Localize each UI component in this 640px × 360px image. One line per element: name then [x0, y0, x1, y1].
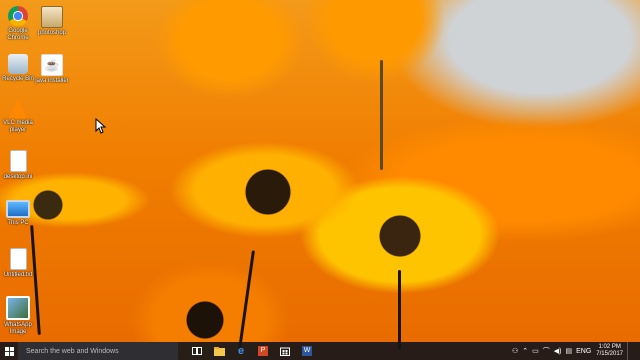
desktop-icons: Google Chrome photoshop Recycle Bin ☕ ja…	[0, 0, 80, 340]
store-icon	[280, 347, 290, 356]
edge-button[interactable]: e	[230, 342, 252, 360]
vlc-icon	[9, 100, 27, 118]
image-icon	[6, 296, 30, 320]
people-icon[interactable]: ⚇	[512, 348, 518, 355]
desktop-icon-this-pc[interactable]: This PC	[0, 200, 36, 227]
windows-logo-icon	[4, 346, 14, 356]
clock[interactable]: 1:02 PM 7/15/2017	[596, 344, 623, 358]
task-view-icon	[192, 347, 202, 355]
battery-icon[interactable]: ▭	[532, 348, 539, 355]
flower-stem	[380, 60, 383, 170]
clock-time: 1:02 PM	[598, 344, 621, 350]
system-tray: ⚇ ⌃ ▭ ⌒ ◀) ▤ ENG 1:02 PM 7/15/2017	[510, 342, 640, 360]
file-icon	[41, 6, 63, 28]
volume-icon[interactable]: ◀)	[554, 348, 562, 355]
taskbar-apps: e P W	[186, 342, 318, 360]
flower-stem	[398, 270, 401, 350]
document-icon	[9, 248, 27, 270]
computer-icon	[6, 200, 30, 218]
show-desktop-button[interactable]	[627, 342, 636, 360]
search-box[interactable]: Search the web and Windows	[18, 342, 178, 360]
edge-icon: e	[237, 345, 245, 357]
search-placeholder: Search the web and Windows	[26, 347, 119, 355]
task-view-button[interactable]	[186, 342, 208, 360]
desktop-icon-text-file[interactable]: Untitled.txt	[0, 248, 36, 279]
recycle-bin-icon	[8, 54, 28, 74]
powerpoint-button[interactable]: P	[252, 342, 274, 360]
language-indicator[interactable]: ENG	[576, 348, 591, 355]
taskbar: Search the web and Windows e P W ⚇ ⌃ ▭ ⌒…	[0, 342, 640, 360]
desktop-icon-chrome[interactable]: Google Chrome	[0, 6, 36, 42]
store-button[interactable]	[274, 342, 296, 360]
java-icon: ☕	[41, 54, 63, 76]
desktop-icon-java[interactable]: ☕ java installer	[34, 54, 70, 85]
word-icon: W	[302, 346, 312, 356]
chevron-up-icon[interactable]: ⌃	[522, 348, 528, 355]
file-explorer-icon	[213, 346, 225, 356]
flower-stem	[238, 250, 255, 350]
powerpoint-icon: P	[258, 346, 268, 356]
network-icon[interactable]: ⌒	[543, 348, 550, 355]
file-explorer-button[interactable]	[208, 342, 230, 360]
chrome-icon	[8, 6, 28, 26]
desktop-icon-vlc[interactable]: VLC media player	[0, 100, 36, 134]
desktop: Google Chrome photoshop Recycle Bin ☕ ja…	[0, 0, 640, 360]
arrow-cursor	[95, 118, 107, 134]
desktop-icon-whatsapp-image[interactable]: WhatsApp Image	[0, 296, 36, 336]
message-icon[interactable]: ▤	[566, 348, 573, 355]
desktop-icon-document[interactable]: desktop.ini	[0, 150, 36, 181]
word-button[interactable]: W	[296, 342, 318, 360]
desktop-icon-photoshop[interactable]: photoshop	[34, 6, 70, 37]
start-button[interactable]	[0, 342, 18, 360]
document-icon	[9, 150, 27, 172]
clock-date: 7/15/2017	[596, 351, 623, 357]
desktop-icon-recycle-bin[interactable]: Recycle Bin	[0, 54, 36, 83]
